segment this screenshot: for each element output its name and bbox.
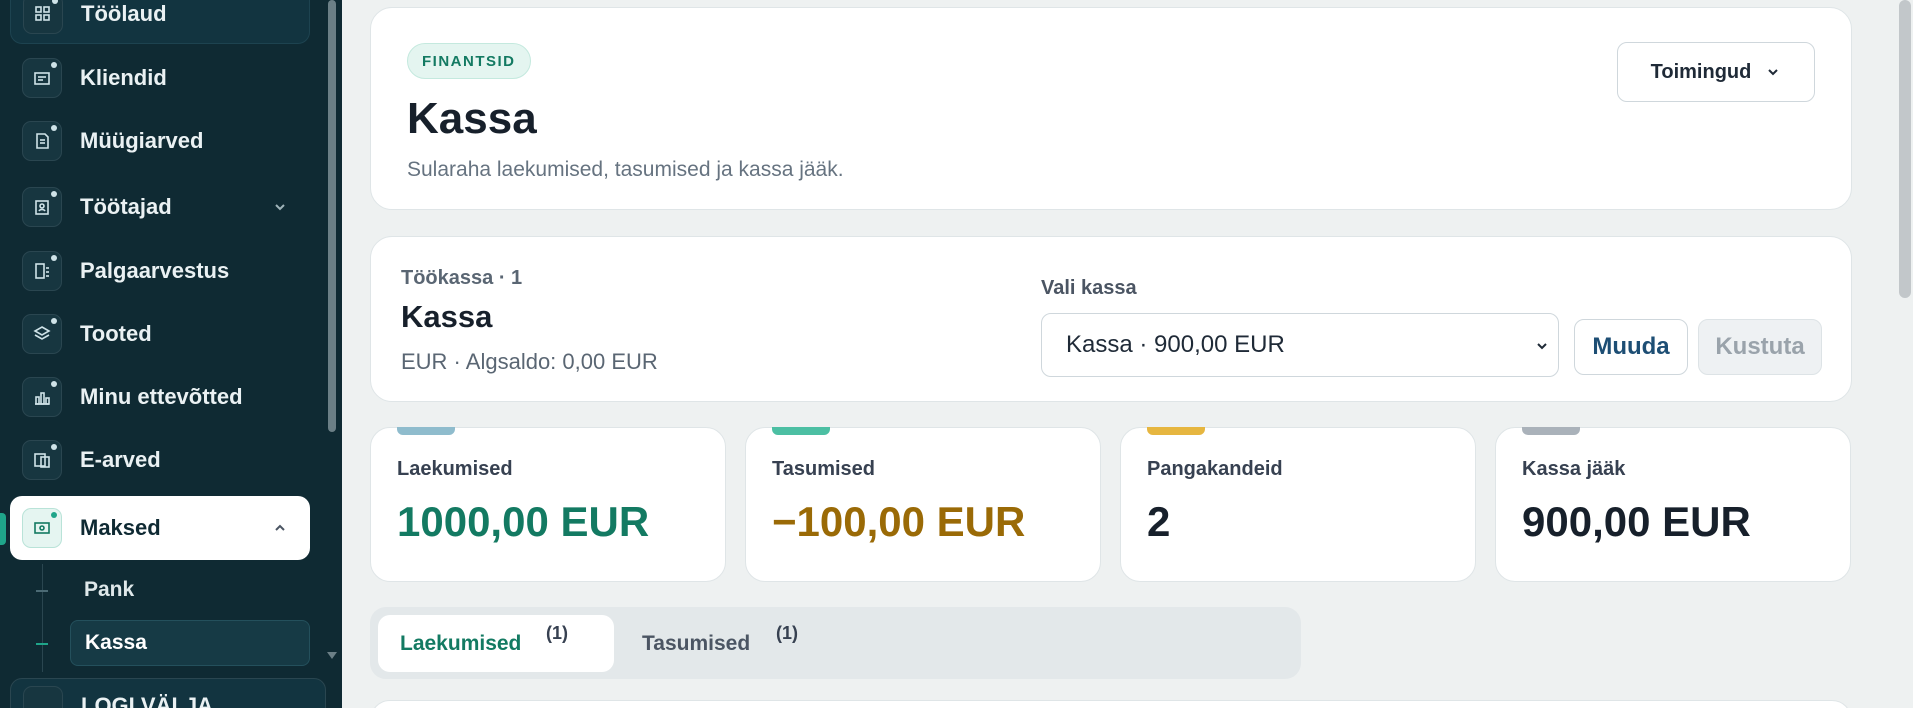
tab-label: Laekumised — [400, 631, 522, 655]
chevron-up-icon[interactable] — [270, 518, 290, 538]
section-badge: FINANTSID — [407, 43, 531, 79]
sidebar-item-label: Töötajad — [80, 194, 172, 219]
dashboard-icon — [23, 0, 63, 34]
sidebar-item-label: Tooted — [80, 321, 152, 346]
register-select[interactable]: Kassa · 900,00 EUR — [1041, 313, 1559, 377]
register-select-label: Vali kassa — [1041, 277, 1137, 299]
sidebar-subitem-label: Pank — [84, 578, 135, 601]
stat-card-balance: Kassa jääk 900,00 EUR — [1495, 427, 1851, 582]
logout-button[interactable]: LOGI VÄLJA — [10, 678, 326, 708]
stat-accent — [1522, 427, 1580, 435]
chevron-down-icon — [1537, 343, 1547, 350]
clients-icon — [22, 58, 62, 98]
stat-value: 2 — [1147, 498, 1171, 545]
chevron-down-icon — [1768, 69, 1779, 76]
page-scrollbar[interactable] — [1899, 0, 1911, 298]
stat-card-payments: Tasumised −100,00 EUR — [745, 427, 1101, 582]
content-card — [370, 700, 1852, 708]
sidebar-item-tooted[interactable]: Tooted — [10, 304, 310, 364]
tab-label: Tasumised — [642, 631, 751, 655]
sidebar: Töölaud Kliendid Müügiarved Töötajad Pal… — [0, 0, 342, 708]
stat-label: Laekumised — [397, 458, 513, 480]
stat-card-receipts: Laekumised 1000,00 EUR — [370, 427, 726, 582]
sidebar-item-muugiarved[interactable]: Müügiarved — [10, 111, 310, 171]
employees-icon — [22, 187, 62, 227]
register-select-value: Kassa · 900,00 EUR — [1066, 331, 1285, 358]
chevron-down-icon[interactable] — [270, 197, 290, 217]
sidebar-item-label: Müügiarved — [80, 128, 204, 153]
sidebar-subitem-kassa[interactable]: Kassa — [70, 620, 310, 666]
tab-count: (1) — [546, 623, 568, 643]
tab-tasumised[interactable]: Tasumised (1) — [642, 615, 798, 672]
sidebar-subitem-pank[interactable]: Pank — [70, 567, 310, 613]
sidebar-item-e-arved[interactable]: E-arved — [10, 430, 310, 490]
page-subtitle: Sularaha laekumised, tasumised ja kassa … — [407, 158, 844, 181]
stat-label: Pangakandeid — [1147, 458, 1283, 480]
sidebar-item-label: Kliendid — [80, 65, 167, 90]
register-info: EUR · Algsaldo: 0,00 EUR — [401, 349, 658, 374]
active-indicator — [0, 513, 6, 545]
stat-accent — [397, 427, 455, 435]
sidebar-item-minu-ettevotted[interactable]: Minu ettevõtted — [10, 367, 310, 427]
submenu-line — [42, 564, 43, 672]
payments-icon — [22, 508, 62, 548]
actions-dropdown-button[interactable]: Toimingud — [1617, 42, 1815, 102]
sidebar-scrollbar[interactable] — [328, 0, 336, 432]
layers-icon — [22, 314, 62, 354]
stat-value: 1000,00 EUR — [397, 498, 650, 545]
tab-count: (1) — [776, 623, 798, 643]
sidebar-subitem-label: Kassa — [85, 631, 147, 654]
page-title: Kassa — [407, 94, 537, 143]
logout-label: LOGI VÄLJA — [81, 693, 214, 708]
stat-label: Kassa jääk — [1522, 458, 1626, 480]
stat-value: 900,00 EUR — [1522, 498, 1751, 545]
companies-icon — [22, 377, 62, 417]
actions-label: Toimingud — [1650, 60, 1752, 83]
payroll-icon — [22, 251, 62, 291]
tab-bar: Laekumised (1) Tasumised (1) — [370, 607, 1301, 679]
invoice-icon — [22, 121, 62, 161]
submenu-tick — [36, 590, 48, 592]
tab-laekumised[interactable]: Laekumised (1) — [378, 615, 614, 672]
page-header-card: FINANTSID Kassa Sularaha laekumised, tas… — [370, 7, 1852, 210]
delete-button[interactable]: Kustuta — [1698, 319, 1822, 375]
sidebar-item-palgaarvestus[interactable]: Palgaarvestus — [10, 241, 310, 301]
submenu-tick-active — [36, 643, 48, 645]
edit-button[interactable]: Muuda — [1574, 319, 1688, 375]
sidebar-scroll-down-arrow[interactable] — [327, 652, 337, 659]
stat-value: −100,00 EUR — [772, 498, 1026, 545]
sidebar-item-label: E-arved — [80, 447, 161, 472]
register-meta: Töökassa · 1 — [401, 267, 523, 289]
stat-accent — [772, 427, 830, 435]
sidebar-item-toolaud[interactable]: Töölaud — [10, 0, 310, 44]
register-name: Kassa — [401, 299, 493, 334]
sidebar-item-label: Töölaud — [81, 1, 167, 26]
stat-label: Tasumised — [772, 458, 875, 480]
sidebar-item-label: Palgaarvestus — [80, 258, 230, 283]
sidebar-item-maksed[interactable]: Maksed — [10, 496, 310, 560]
sidebar-item-tootajad[interactable]: Töötajad — [10, 177, 310, 237]
e-invoice-icon — [22, 440, 62, 480]
stat-card-bank-entries: Pangakandeid 2 — [1120, 427, 1476, 582]
stat-accent — [1147, 427, 1205, 435]
sidebar-item-label: Maksed — [80, 515, 161, 540]
cash-register-card: Töökassa · 1 Kassa EUR · Algsaldo: 0,00 … — [370, 236, 1852, 402]
sidebar-item-label: Minu ettevõtted — [80, 384, 243, 409]
logout-icon — [23, 686, 63, 708]
sidebar-item-kliendid[interactable]: Kliendid — [10, 48, 310, 108]
